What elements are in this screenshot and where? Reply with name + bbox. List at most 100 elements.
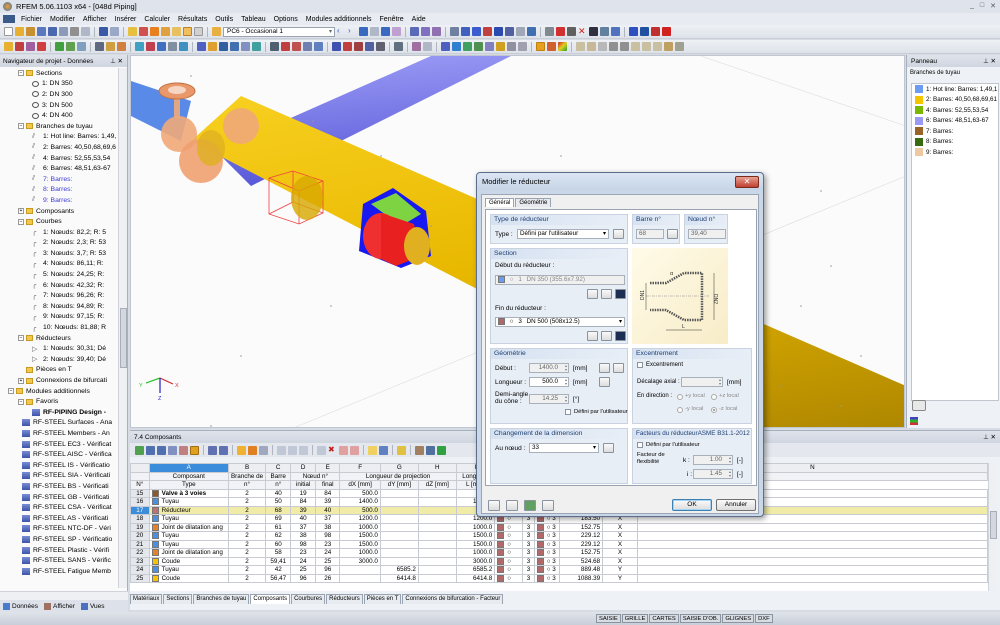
select-bar-button[interactable] bbox=[667, 229, 678, 239]
table-tool-icon[interactable] bbox=[339, 445, 348, 455]
join-icon[interactable] bbox=[292, 42, 301, 51]
calculate-icon[interactable] bbox=[150, 27, 159, 36]
menu-inserer[interactable]: Insérer bbox=[115, 16, 137, 23]
view-x-icon[interactable] bbox=[483, 27, 492, 36]
section-end-cell[interactable]: ○ 3 bbox=[533, 531, 561, 541]
section-start-cell[interactable]: ○ bbox=[494, 556, 524, 566]
start-position-field[interactable]: 1400.0 ▴ ▾ bbox=[529, 363, 569, 373]
table-row[interactable]: 21 Tuyau 2 60 98 23 1500.0 1500.0 ○ 3 ○ 3 229.12 X bbox=[130, 539, 988, 549]
table-cell[interactable]: 6414.8 bbox=[379, 573, 419, 583]
table-cell[interactable] bbox=[417, 531, 457, 541]
navigator-vscrollbar[interactable] bbox=[118, 68, 127, 588]
menu-modifier[interactable]: Modifier bbox=[50, 16, 75, 23]
user-defined-angle-checkbox[interactable] bbox=[565, 409, 571, 415]
table-cell[interactable] bbox=[417, 539, 457, 549]
model-icon[interactable] bbox=[37, 27, 46, 36]
table-cell[interactable] bbox=[379, 522, 419, 532]
table-cell[interactable]: 1000.0 bbox=[339, 522, 381, 532]
table-tool-icon[interactable] bbox=[397, 445, 406, 455]
table-cell[interactable]: X bbox=[602, 539, 638, 549]
table-cell[interactable] bbox=[417, 505, 457, 515]
table-cell[interactable] bbox=[636, 573, 988, 583]
new-section-button[interactable] bbox=[587, 331, 598, 341]
view-iso-icon[interactable] bbox=[472, 27, 481, 36]
component-type-cell[interactable]: Joint de dilatation ang bbox=[148, 548, 229, 558]
section-start-cell[interactable]: ○ bbox=[494, 522, 524, 532]
pipe-tool9-icon[interactable] bbox=[664, 42, 673, 51]
tree-item[interactable]: ╭ 8: Nœuds: 94,89; R: bbox=[0, 301, 118, 312]
table-tab[interactable]: Réducteurs bbox=[326, 594, 363, 604]
table-cell[interactable]: 50 bbox=[265, 497, 292, 507]
table-cell[interactable]: 16 bbox=[130, 497, 150, 507]
tree-item[interactable]: ⫽ 4: Barres: 52,55,53,54 bbox=[0, 153, 118, 164]
edit-button[interactable] bbox=[506, 500, 518, 511]
table-cell[interactable]: 1500.0 bbox=[339, 531, 381, 541]
result-z-icon[interactable] bbox=[354, 42, 363, 51]
table-cell[interactable]: 1400.0 bbox=[339, 497, 381, 507]
edit-icon[interactable] bbox=[128, 27, 137, 36]
table-cell[interactable]: 19 bbox=[290, 488, 317, 498]
table-cell[interactable]: 2 bbox=[227, 514, 267, 524]
table-row[interactable]: 24 Tuyau 2 42 25 96 6585.2 6585.2 ○ 3 ○ 3 889.48 Y bbox=[130, 565, 988, 575]
table-cell[interactable]: X bbox=[602, 531, 638, 541]
node-icon[interactable] bbox=[4, 42, 13, 51]
user-defined-factors-checkbox[interactable] bbox=[637, 442, 643, 448]
table-cell[interactable]: 500.0 bbox=[339, 488, 381, 498]
bar-number-field[interactable]: 68 bbox=[636, 229, 664, 239]
tree-item[interactable]: − Favoris bbox=[0, 396, 118, 407]
table-tab[interactable]: Branches de tuyau bbox=[193, 594, 250, 604]
ok-button[interactable]: OK bbox=[672, 499, 712, 511]
component-type-cell[interactable]: Coude bbox=[148, 556, 229, 566]
section-end-cell[interactable]: ○ 3 bbox=[533, 565, 561, 575]
pick-node-button[interactable] bbox=[603, 443, 614, 453]
table-cell[interactable]: 68 bbox=[265, 505, 292, 515]
grid-icon[interactable] bbox=[450, 27, 459, 36]
pin-icon[interactable] bbox=[651, 27, 660, 36]
pipe-tool5-icon[interactable] bbox=[620, 42, 629, 51]
collapse-icon[interactable]: − bbox=[18, 123, 24, 130]
render-icon[interactable] bbox=[600, 27, 609, 36]
pipe-icon[interactable] bbox=[441, 42, 450, 51]
close-button[interactable]: ✕ bbox=[990, 2, 996, 10]
component-type-cell[interactable]: Tuyau bbox=[148, 539, 229, 549]
tree-item[interactable]: + Connexions de bifurcati bbox=[0, 375, 118, 386]
open-project-icon[interactable] bbox=[26, 27, 35, 36]
tab-geometrie[interactable]: Géométrie bbox=[515, 198, 552, 207]
tree-item[interactable]: ╭ 9: Nœuds: 97,15; R: bbox=[0, 312, 118, 323]
table-cell[interactable]: 6585.2 bbox=[455, 565, 496, 575]
table-cell[interactable]: 229.12 bbox=[559, 539, 604, 549]
previous-icon[interactable]: ‹ bbox=[337, 27, 346, 36]
view-y-icon[interactable] bbox=[494, 27, 503, 36]
table-cell[interactable]: 889.48 bbox=[559, 565, 604, 575]
table-cell[interactable]: Y bbox=[602, 573, 638, 583]
table-cell[interactable] bbox=[417, 573, 457, 583]
undo-icon[interactable] bbox=[99, 27, 108, 36]
tree-item[interactable]: ⫽ 1: Hot line: Barres: 1,49, bbox=[0, 132, 118, 143]
table-row[interactable]: 23 Coude 2 59,41 24 25 3000.0 3000.0 ○ 3 ○ 3 524.68… bbox=[130, 556, 988, 566]
table-cell[interactable]: 17 bbox=[130, 505, 150, 515]
table-cell[interactable]: 40 bbox=[290, 514, 317, 524]
snap-icon[interactable] bbox=[461, 27, 470, 36]
table-row[interactable]: 20 Tuyau 2 62 38 98 1500.0 1500.0 ○ 3 ○ 3 229.12 X bbox=[130, 531, 988, 541]
array-icon[interactable] bbox=[314, 42, 323, 51]
table-pin-close[interactable]: ⊥ ✕ bbox=[983, 433, 996, 441]
save-icon[interactable] bbox=[48, 27, 57, 36]
rotate-icon[interactable] bbox=[589, 27, 598, 36]
tree-item[interactable]: ╭ 2: Nœuds: 2,3; R: 53 bbox=[0, 238, 118, 249]
collapse-icon[interactable]: − bbox=[18, 70, 24, 77]
menu-fichier[interactable]: Fichier bbox=[21, 16, 42, 23]
table-cell[interactable]: 1500.0 bbox=[339, 539, 381, 549]
table-tool-icon[interactable] bbox=[368, 445, 377, 455]
tree-item[interactable]: ╭ 5: Nœuds: 24,25; R: bbox=[0, 269, 118, 280]
window-icon[interactable] bbox=[183, 27, 192, 36]
table-cell[interactable]: 22 bbox=[130, 548, 150, 558]
info-icon[interactable] bbox=[615, 289, 626, 299]
table-cell[interactable]: 152.75 bbox=[559, 522, 604, 532]
load-icon[interactable] bbox=[172, 27, 181, 36]
table-cell[interactable]: 25 bbox=[130, 573, 150, 583]
table-cell[interactable] bbox=[417, 548, 457, 558]
table-cell[interactable]: 21 bbox=[130, 539, 150, 549]
flag-icon[interactable] bbox=[527, 27, 536, 36]
table-cell[interactable]: 20 bbox=[130, 531, 150, 541]
pipe-tool10-icon[interactable] bbox=[675, 42, 684, 51]
